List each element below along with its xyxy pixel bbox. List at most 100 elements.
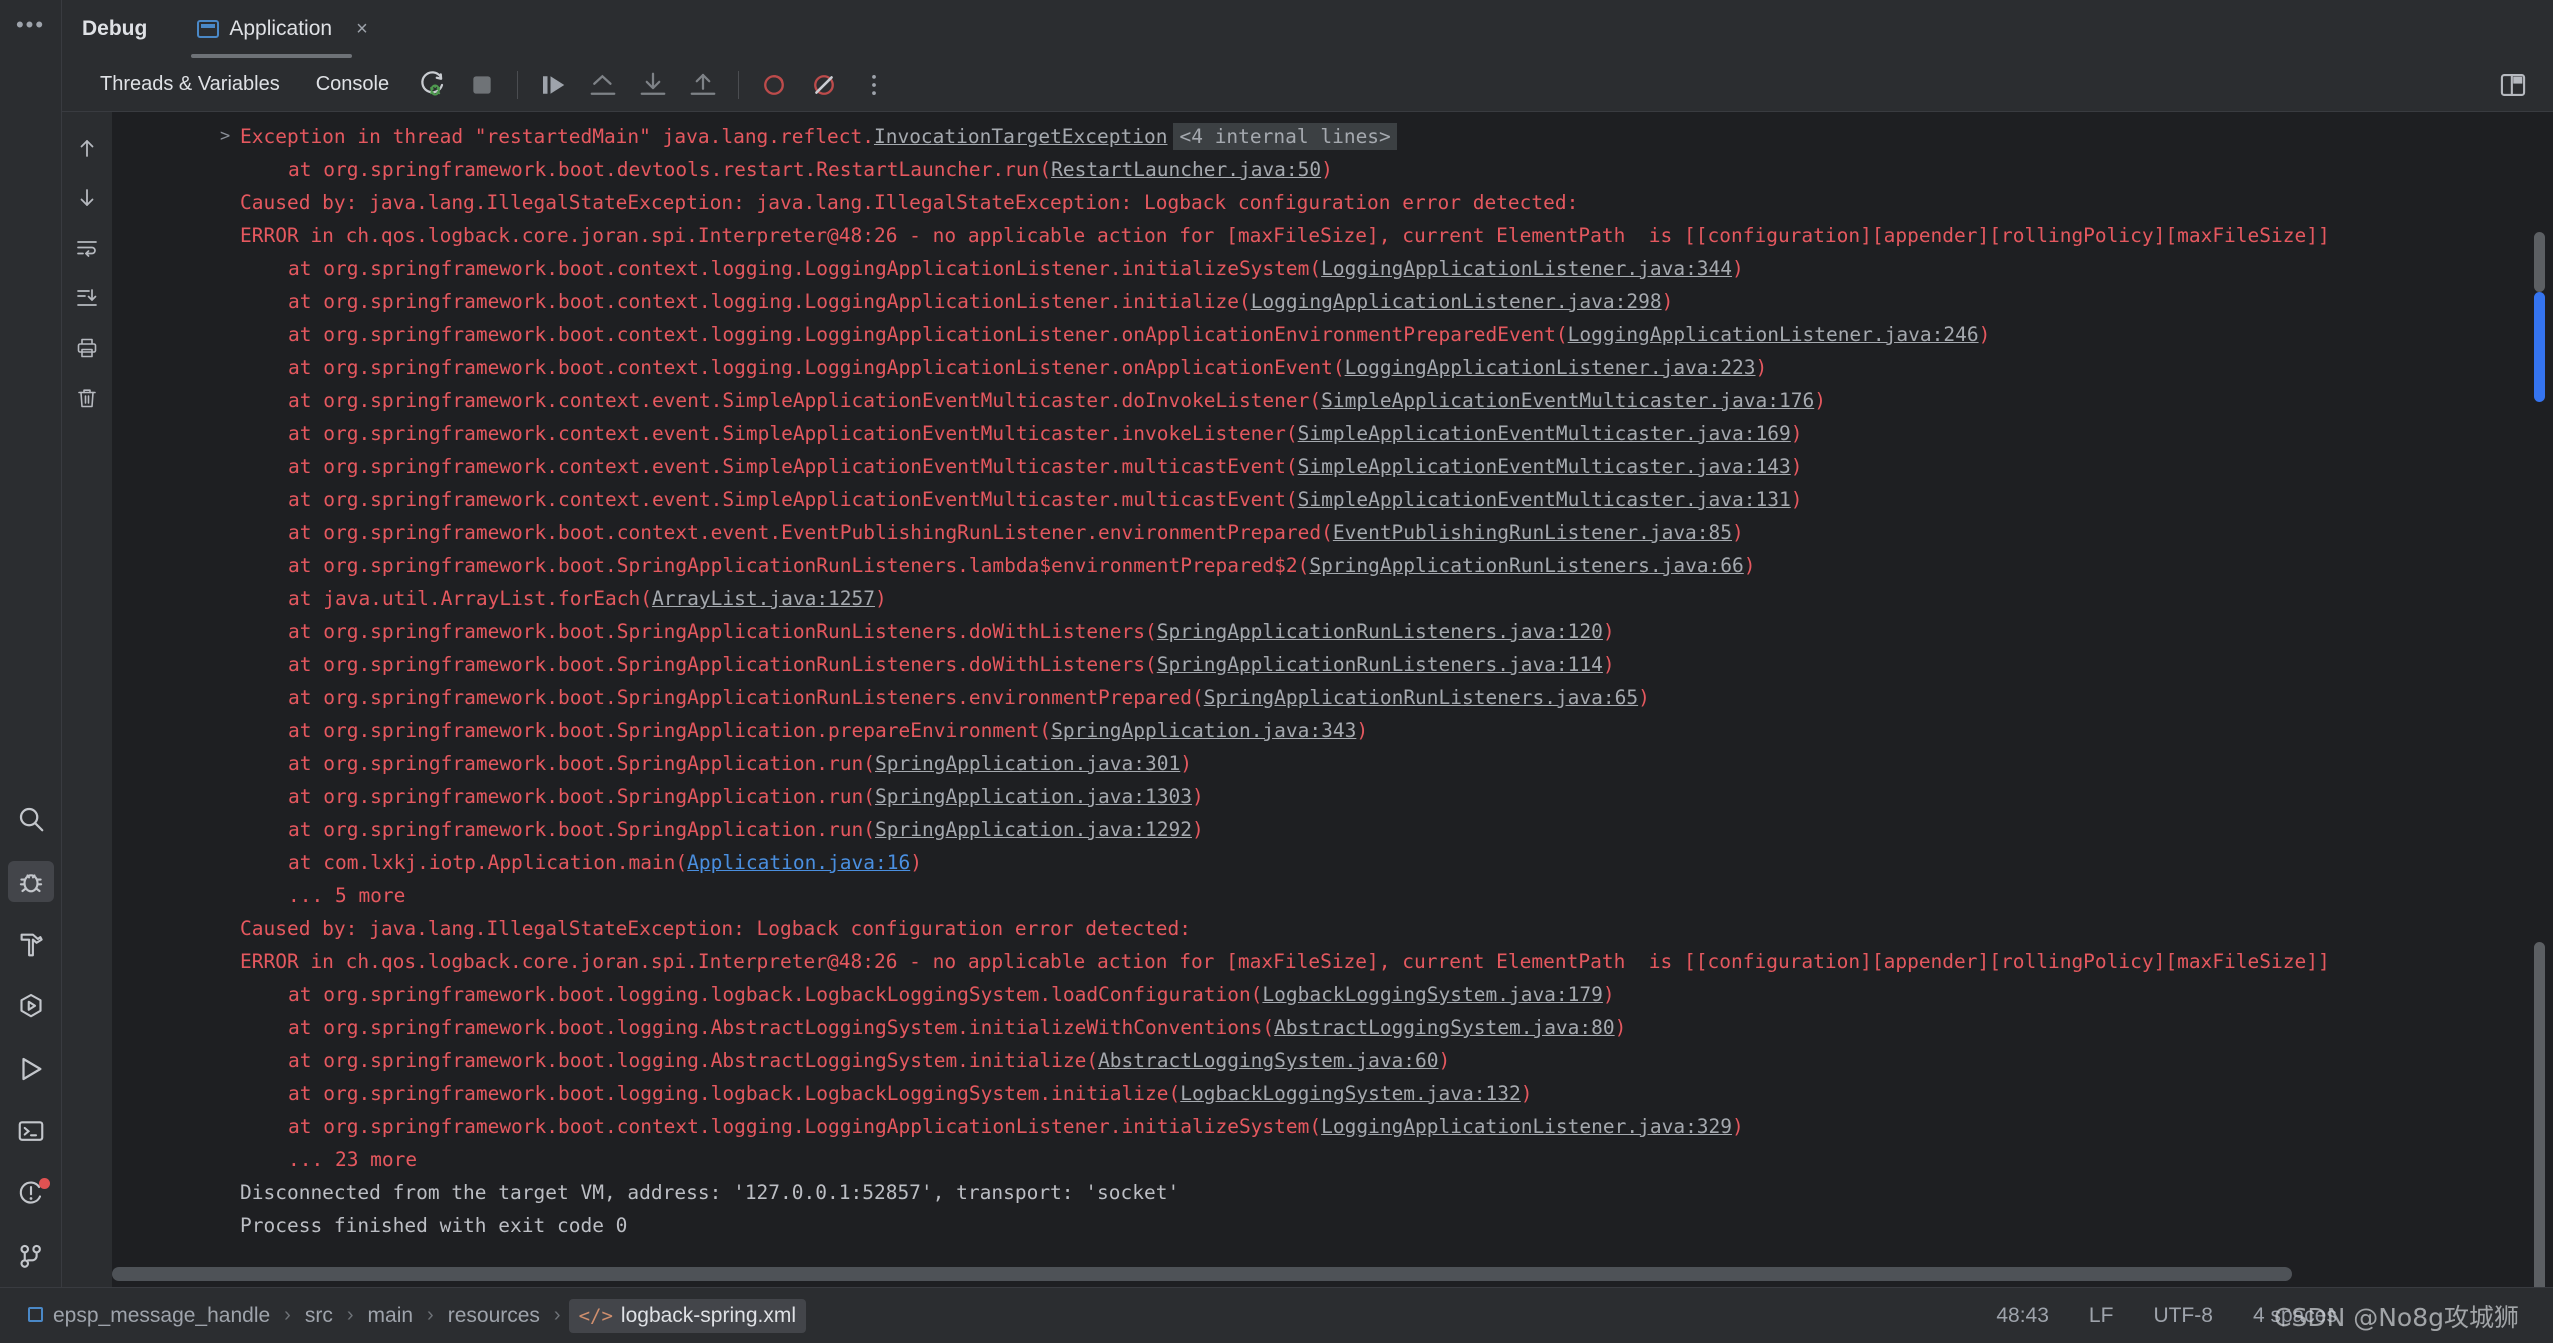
console-line: at org.springframework.boot.SpringApplic… xyxy=(112,747,2553,780)
more-options-icon[interactable] xyxy=(853,64,895,106)
stacktrace-link[interactable]: LoggingApplicationListener.java:344 xyxy=(1321,257,1732,280)
sidebar-item-search[interactable] xyxy=(8,799,54,839)
scrollbar-thumb-lower[interactable] xyxy=(2534,942,2545,1287)
breadcrumb-item-main[interactable]: main xyxy=(362,1299,420,1333)
sidebar-item-debug[interactable] xyxy=(8,861,54,901)
console-text-segment: ) xyxy=(1356,719,1368,742)
stacktrace-link[interactable]: LoggingApplicationListener.java:223 xyxy=(1345,356,1756,379)
console-text-segment: ERROR in ch.qos.logback.core.joran.spi.I… xyxy=(240,950,2330,973)
console-text-segment: ) xyxy=(1603,983,1615,1006)
toolbar-row: Threads & Variables Console xyxy=(0,58,2553,112)
console-text-segment: at java.util.ArrayList.forEach( xyxy=(288,587,652,610)
clear-all-icon[interactable] xyxy=(67,378,107,418)
tab-threads-variables[interactable]: Threads & Variables xyxy=(82,58,298,112)
scrollbar-thumb[interactable] xyxy=(2534,232,2545,292)
breadcrumb-item-src[interactable]: src xyxy=(299,1299,339,1333)
console-column: >Exception in thread "restartedMain" jav… xyxy=(62,112,2553,1287)
scrollbar-error-marker xyxy=(2534,292,2545,402)
console-text-segment: ... 5 more xyxy=(288,884,405,907)
stacktrace-link[interactable]: SpringApplication.java:343 xyxy=(1051,719,1356,742)
stacktrace-link[interactable]: SimpleApplicationEventMulticaster.java:1… xyxy=(1321,389,1814,412)
stacktrace-link[interactable]: SimpleApplicationEventMulticaster.java:1… xyxy=(1298,455,1791,478)
soft-wrap-icon[interactable] xyxy=(67,228,107,268)
scroll-down-icon[interactable] xyxy=(67,178,107,218)
tab-console[interactable]: Console xyxy=(298,58,407,112)
folded-lines-badge[interactable]: <4 internal lines> xyxy=(1173,123,1396,150)
console-text-segment: at org.springframework.boot.SpringApplic… xyxy=(288,818,875,841)
status-bar-right: 48:43 LF UTF-8 4 spaces CSDN @No8g攻城狮 xyxy=(1996,1304,2527,1328)
stacktrace-link[interactable]: AbstractLoggingSystem.java:80 xyxy=(1274,1016,1614,1039)
stacktrace-link[interactable]: SpringApplicationRunListeners.java:120 xyxy=(1157,620,1603,643)
stacktrace-link[interactable]: EventPublishingRunListener.java:85 xyxy=(1333,521,1732,544)
sidebar-item-run-coverage[interactable] xyxy=(8,986,54,1026)
console-horizontal-scrollbar[interactable] xyxy=(112,1267,2533,1283)
rerun-debug-icon[interactable] xyxy=(411,64,453,106)
resume-program-icon[interactable] xyxy=(532,64,574,106)
stacktrace-link[interactable]: SpringApplication.java:1303 xyxy=(875,785,1192,808)
stacktrace-link[interactable]: LogbackLoggingSystem.java:179 xyxy=(1262,983,1602,1006)
sidebar-item-problems[interactable] xyxy=(8,1173,54,1213)
more-options-dots-icon[interactable]: ••• xyxy=(16,20,45,38)
stacktrace-link[interactable]: SpringApplication.java:1292 xyxy=(875,818,1192,841)
console-text-segment: at com.lxkj.iotp.Application.main( xyxy=(288,851,687,874)
console-text-segment: at org.springframework.boot.SpringApplic… xyxy=(288,653,1157,676)
stacktrace-link[interactable]: LoggingApplicationListener.java:298 xyxy=(1251,290,1662,313)
stacktrace-link[interactable]: RestartLauncher.java:50 xyxy=(1051,158,1321,181)
stacktrace-link[interactable]: SpringApplicationRunListeners.java:114 xyxy=(1157,653,1603,676)
console-line: ERROR in ch.qos.logback.core.joran.spi.I… xyxy=(112,219,2553,252)
close-icon[interactable]: × xyxy=(356,18,368,41)
console-text-segment: Caused by: java.lang.IllegalStateExcepti… xyxy=(240,917,1191,940)
sidebar-item-terminal[interactable] xyxy=(8,1111,54,1151)
caret-position[interactable]: 48:43 xyxy=(1996,1304,2049,1328)
line-separator[interactable]: LF xyxy=(2089,1304,2114,1328)
mute-breakpoints-icon[interactable] xyxy=(803,64,845,106)
console-output-area[interactable]: >Exception in thread "restartedMain" jav… xyxy=(112,112,2553,1287)
stacktrace-link[interactable]: LoggingApplicationListener.java:246 xyxy=(1568,323,1979,346)
step-out-icon[interactable] xyxy=(682,64,724,106)
tab-console-label: Console xyxy=(316,73,389,96)
stacktrace-link[interactable]: SpringApplication.java:301 xyxy=(875,752,1180,775)
application-icon xyxy=(197,20,219,38)
console-line: ERROR in ch.qos.logback.core.joran.spi.I… xyxy=(112,945,2553,978)
breadcrumb-label: src xyxy=(305,1304,333,1327)
breadcrumb-item-logback-spring-xml[interactable]: </>logback-spring.xml xyxy=(569,1299,806,1333)
console-text-segment: ) xyxy=(1979,323,1991,346)
stacktrace-link[interactable]: SpringApplicationRunListeners.java:66 xyxy=(1309,554,1743,577)
view-breakpoints-icon[interactable] xyxy=(753,64,795,106)
console-line: at org.springframework.boot.SpringApplic… xyxy=(112,549,2553,582)
debug-header: Debug Application × xyxy=(62,0,2553,58)
breadcrumb-item-epsp-message-handle[interactable]: epsp_message_handle xyxy=(22,1299,276,1333)
console-text-segment: at org.springframework.context.event.Sim… xyxy=(288,422,1298,445)
stacktrace-link[interactable]: InvocationTargetException xyxy=(874,125,1168,148)
stacktrace-link[interactable]: SpringApplicationRunListeners.java:65 xyxy=(1204,686,1638,709)
sidebar-item-run[interactable] xyxy=(8,1048,54,1088)
console-text-segment: at org.springframework.boot.context.logg… xyxy=(288,356,1345,379)
print-icon[interactable] xyxy=(67,328,107,368)
fold-chevron-icon[interactable]: > xyxy=(220,120,230,153)
sidebar-item-version-control[interactable] xyxy=(8,1236,54,1276)
stacktrace-link[interactable]: Application.java:16 xyxy=(687,851,910,874)
stacktrace-link[interactable]: LoggingApplicationListener.java:329 xyxy=(1321,1115,1732,1138)
tab-application[interactable]: Application × xyxy=(183,0,381,58)
scroll-up-icon[interactable] xyxy=(67,128,107,168)
stacktrace-link[interactable]: AbstractLoggingSystem.java:60 xyxy=(1098,1049,1438,1072)
console-line: at org.springframework.boot.devtools.res… xyxy=(112,153,2553,186)
encoding[interactable]: UTF-8 xyxy=(2153,1304,2213,1328)
indent-setting[interactable]: 4 spaces xyxy=(2253,1304,2337,1328)
scroll-to-end-icon[interactable] xyxy=(67,278,107,318)
step-over-icon[interactable] xyxy=(582,64,624,106)
breadcrumb-item-resources[interactable]: resources xyxy=(442,1299,546,1333)
sidebar-item-build[interactable] xyxy=(8,924,54,964)
horizontal-scrollbar-thumb[interactable] xyxy=(112,1267,2292,1281)
stacktrace-link[interactable]: ArrayList.java:1257 xyxy=(652,587,875,610)
stacktrace-link[interactable]: SimpleApplicationEventMulticaster.java:1… xyxy=(1298,488,1791,511)
console-vertical-scrollbar[interactable] xyxy=(2533,112,2547,1287)
console-text-segment: at org.springframework.boot.context.logg… xyxy=(288,1115,1321,1138)
layout-settings-icon[interactable] xyxy=(2499,72,2527,98)
step-into-icon[interactable] xyxy=(632,64,674,106)
stop-icon[interactable] xyxy=(461,64,503,106)
console-text-segment: ) xyxy=(1521,1082,1533,1105)
stacktrace-link[interactable]: SimpleApplicationEventMulticaster.java:1… xyxy=(1298,422,1791,445)
stacktrace-link[interactable]: LogbackLoggingSystem.java:132 xyxy=(1180,1082,1520,1105)
console-line: at java.util.ArrayList.forEach(ArrayList… xyxy=(112,582,2553,615)
